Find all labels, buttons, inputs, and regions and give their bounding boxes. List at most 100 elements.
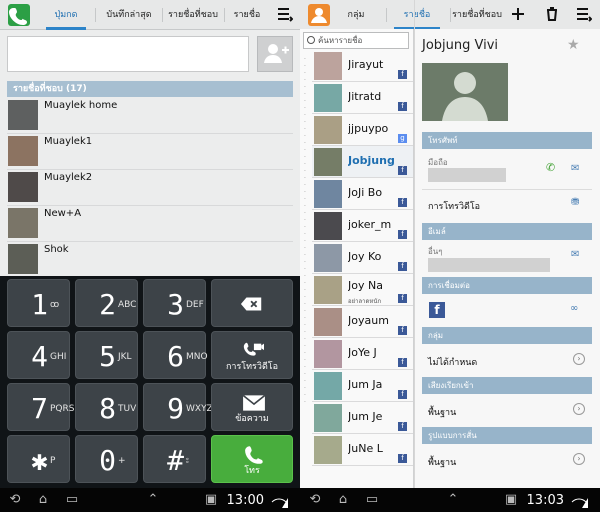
email-value (428, 258, 550, 272)
avatar (314, 276, 342, 304)
contact-row[interactable]: JoJi Bo f (312, 178, 413, 210)
home-icon[interactable]: ⌂ (34, 492, 52, 508)
favorite-item[interactable]: Shok (7, 242, 293, 278)
back-icon[interactable]: ⟲ (6, 492, 24, 508)
contact-row[interactable]: JoYe Jf (312, 338, 413, 370)
gallery-icon: ▣ (504, 492, 518, 507)
add-contact-icon (264, 44, 289, 63)
chevron-right-icon[interactable]: › (573, 353, 585, 365)
backspace-button[interactable] (211, 279, 293, 327)
contacts-list[interactable]: ค้นหารายชื่อ · · · · · · · · · · · · · · · · · · · · · · · · · · ·… (300, 29, 414, 488)
avatar (314, 436, 342, 464)
contact-photo[interactable] (422, 63, 508, 121)
key-9[interactable]: 9 WXYZ (143, 383, 213, 431)
key-7[interactable]: 7 PQRS (7, 383, 74, 431)
phone-app-icon[interactable] (8, 4, 30, 26)
tab-contacts[interactable]: รายชื่อ (224, 0, 270, 30)
facebook-icon[interactable]: f (429, 302, 445, 318)
favorite-item[interactable]: Muaylek home (7, 98, 293, 134)
chevron-right-icon[interactable]: › (573, 403, 585, 415)
panel-divider (414, 0, 415, 488)
add-contact-button[interactable] (257, 36, 293, 72)
ringtone-value[interactable]: พื้นฐาน (428, 405, 456, 419)
key-8[interactable]: 8 TUV (75, 383, 138, 431)
contact-row-selected[interactable]: Jobjung f (312, 146, 413, 178)
contact-row[interactable]: Jum Je f (312, 402, 413, 434)
contact-detail: Jobjung Vivi ★ โทรศัพท์ มือถือ ✆ ✉ การโท… (414, 29, 600, 488)
menu-icon[interactable] (274, 0, 298, 30)
tab-contacts[interactable]: รายชื่อ (388, 0, 446, 30)
mobile-number (428, 168, 506, 182)
dial-keypad: 1ꝏ 2 ABC 3 DEF 4 GHI 5 JKL 6 MNO การโทรวิดีโอ… (0, 276, 300, 488)
clock: 13:00 (226, 493, 264, 508)
favorites-section-title: รายชื่อที่ชอบ (17) (7, 81, 293, 97)
chevron-right-icon[interactable]: › (573, 453, 585, 465)
contact-row[interactable]: Joy Ko f (312, 242, 413, 274)
vibration-section: รูปแบบการสั่น (422, 427, 592, 444)
phone-section: โทรศัพท์ (422, 132, 592, 149)
tab-favorites[interactable]: รายชื่อที่ชอบ (452, 0, 502, 30)
video-call-button[interactable]: การโทรวิดีโอ (211, 331, 293, 379)
delete-icon[interactable] (541, 0, 565, 30)
link-icon[interactable]: ∞ (570, 303, 578, 314)
vibration-value[interactable]: พื้นฐาน (428, 455, 456, 469)
contact-row[interactable]: Jum Ja f (312, 370, 413, 402)
email-icon[interactable]: ✉ (571, 249, 579, 260)
message-button[interactable]: ข้อความ (211, 383, 293, 431)
dialed-number-input[interactable] (7, 36, 249, 72)
avatar (314, 116, 342, 144)
phone-tabs: ปุ่มกด บันทึกล่าสุด รายชื่อที่ชอบ รายชื่… (0, 0, 300, 30)
index-strip[interactable]: · · · · · · · · · · · · · · · · · · · · · · · · · · · · · · · · · · · · · · · ·… (301, 56, 309, 406)
tab-recent-log[interactable]: บันทึกล่าสุด (96, 0, 162, 30)
message-icon[interactable]: ✉ (571, 163, 579, 174)
facebook-icon: f (398, 102, 407, 111)
recent-apps-icon[interactable]: ▭ (63, 492, 81, 508)
tab-groups[interactable]: กลุ่ม (336, 0, 376, 30)
recent-apps-icon[interactable]: ▭ (363, 492, 381, 508)
video-call-icon[interactable]: ⛃ (571, 197, 579, 208)
call-button[interactable]: โทร (211, 435, 293, 483)
search-icon (307, 36, 315, 44)
avatar (314, 84, 342, 112)
favorite-item[interactable]: New+A (7, 206, 293, 242)
up-arrow-icon[interactable]: ⌃ (144, 492, 162, 508)
facebook-icon: f (398, 422, 407, 431)
back-icon[interactable]: ⟲ (306, 492, 324, 508)
contact-row[interactable]: Jitratd f (312, 82, 413, 114)
message-label: ข้อความ (235, 414, 269, 424)
key-3[interactable]: 3 DEF (143, 279, 206, 327)
contact-row[interactable]: Joyaum f (312, 306, 413, 338)
key-0[interactable]: 0 + (75, 435, 138, 483)
video-call-action[interactable]: การโทรวิดีโอ (428, 199, 480, 213)
contact-row[interactable]: Joy Na อย่าลาดหนัก f (312, 274, 413, 306)
home-icon[interactable]: ⌂ (334, 492, 352, 508)
favorite-item[interactable]: Muaylek2 (7, 170, 293, 206)
key-hash[interactable]: # ⦂ (143, 435, 206, 483)
key-6[interactable]: 6 MNO (143, 331, 208, 379)
phone-panel: ปุ่มกด บันทึกล่าสุด รายชื่อที่ชอบ รายชื่… (0, 0, 300, 488)
key-2[interactable]: 2 ABC (75, 279, 138, 327)
tab-keypad[interactable]: ปุ่มกด (40, 0, 92, 30)
menu-icon[interactable] (573, 0, 597, 30)
tab-favorites[interactable]: รายชื่อที่ชอบ (163, 0, 223, 30)
contacts-panel: กลุ่ม รายชื่อ รายชื่อที่ชอบ ค้นหารายชื่อ… (300, 0, 600, 488)
key-1[interactable]: 1ꝏ (7, 279, 70, 327)
contact-row[interactable]: JuNe Lf (312, 434, 413, 466)
facebook-icon: f (398, 294, 407, 303)
add-icon[interactable] (507, 0, 531, 30)
key-4[interactable]: 4 GHI (7, 331, 70, 379)
favorite-star-icon[interactable]: ★ (567, 37, 580, 53)
contact-search-input[interactable]: ค้นหารายชื่อ (303, 32, 409, 49)
key-5[interactable]: 5 JKL (75, 331, 138, 379)
call-icon[interactable]: ✆ (546, 161, 555, 174)
avatar (314, 372, 342, 400)
key-star[interactable]: ✱ P (7, 435, 70, 483)
contact-row[interactable]: jjpuypo g (312, 114, 413, 146)
contacts-app-icon[interactable] (308, 4, 330, 26)
up-arrow-icon[interactable]: ⌃ (444, 492, 462, 508)
avatar (314, 52, 342, 80)
contact-row[interactable]: joker_m f (312, 210, 413, 242)
group-value[interactable]: ไม่ได้กำหนด (428, 355, 477, 369)
contact-row[interactable]: Jirayut f (312, 50, 413, 82)
favorite-item[interactable]: Muaylek1 (7, 134, 293, 170)
